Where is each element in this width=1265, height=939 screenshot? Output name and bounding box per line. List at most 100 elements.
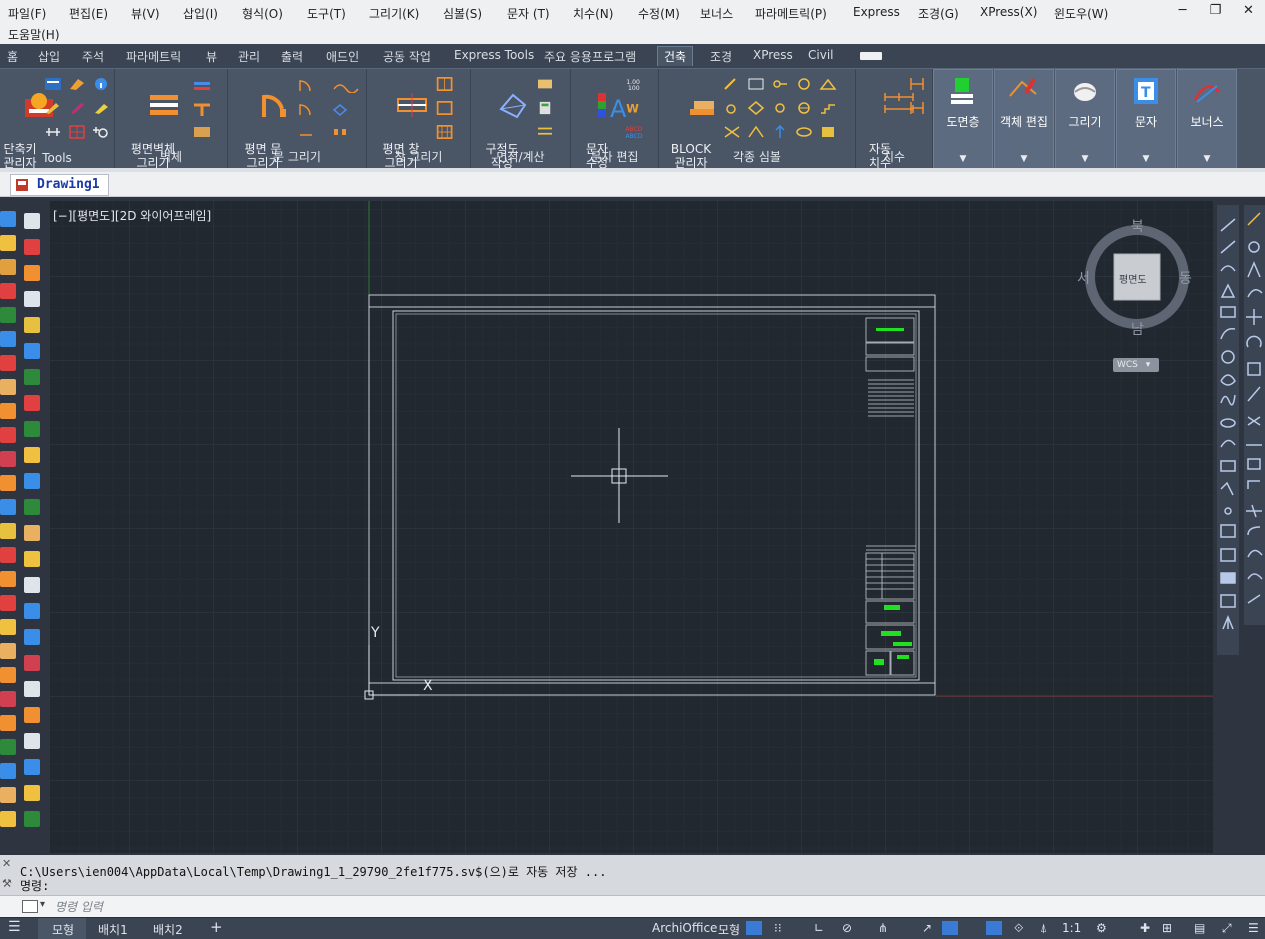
fullscreen-icon[interactable]: ⤢ <box>1222 921 1232 936</box>
tool-brick-icon[interactable] <box>0 403 16 419</box>
plus-icon[interactable]: ✚ <box>1140 921 1150 935</box>
ortho-toggle-icon[interactable]: ∟ <box>814 921 824 935</box>
compass-west[interactable]: 서 <box>1077 268 1090 288</box>
menu-help[interactable]: 도움말(H) <box>8 26 60 43</box>
symbol-section-icon[interactable] <box>723 125 741 139</box>
polar-tracking-icon[interactable]: ⊘ <box>842 921 852 935</box>
tab-output[interactable]: 출력 <box>281 48 303 65</box>
snap-toggle-icon[interactable]: ⁝⁝ <box>774 921 782 935</box>
isodraft-icon[interactable]: ⋔ <box>878 921 888 935</box>
tool-cut-icon[interactable] <box>24 395 40 411</box>
auto-scale-icon[interactable]: ⟐ <box>1014 921 1023 936</box>
menu-xpress[interactable]: XPress(X) <box>980 5 1037 19</box>
menu-edit[interactable]: 편집(E) <box>69 5 108 22</box>
file-tab-drawing1[interactable]: Drawing1 <box>10 174 109 196</box>
tab-annotate[interactable]: 주석 <box>82 48 104 65</box>
tool-curve-icon[interactable] <box>24 733 40 749</box>
object-edit-panel[interactable]: 객체 편집 ▼ <box>994 69 1054 169</box>
tool-hatch-icon[interactable] <box>0 235 16 251</box>
tool-column-icon[interactable] <box>0 595 16 611</box>
calc-book-icon[interactable] <box>535 77 555 91</box>
symbol-eye-icon[interactable] <box>795 125 813 139</box>
tool-select-icon[interactable] <box>24 291 40 307</box>
door-single-icon[interactable] <box>298 79 328 93</box>
tab-addins[interactable]: 애드인 <box>326 48 359 65</box>
tab-express-tools[interactable]: Express Tools <box>454 48 534 62</box>
viewport-controls[interactable]: [−][평면도][2D 와이어프레임] <box>53 207 211 224</box>
grid-toggle-icon[interactable] <box>746 921 762 935</box>
tab-architecture[interactable]: 건축 <box>657 46 694 66</box>
tool-globe-icon[interactable] <box>0 331 16 347</box>
calculator-icon[interactable] <box>535 101 555 115</box>
drawing-viewport[interactable]: Y X [−][평면도][2D 와이어프레임] 북 남 동 서 평면도 WCS … <box>50 201 1213 853</box>
annotation-scale-icon[interactable]: ⍋ <box>1040 921 1047 936</box>
tab-civil[interactable]: Civil <box>808 48 833 62</box>
menu-parametric[interactable]: 파라메트릭(P) <box>755 5 827 22</box>
eraser-icon[interactable] <box>68 77 86 91</box>
wall-type-icon[interactable] <box>193 79 217 93</box>
tool-arrow-icon[interactable] <box>24 811 40 827</box>
tool-tree2-icon[interactable] <box>24 369 40 385</box>
symbol-branch-icon[interactable] <box>747 125 765 139</box>
annotation-visibility-icon[interactable] <box>986 921 1002 935</box>
door-frame-icon[interactable] <box>332 125 362 139</box>
tab-view[interactable]: 뷰 <box>206 48 217 65</box>
menu-window[interactable]: 윈도우(W) <box>1054 5 1108 22</box>
pencil-icon[interactable] <box>44 101 62 115</box>
dim-horizontal-icon[interactable] <box>908 101 926 115</box>
tool-ruler-icon[interactable] <box>24 551 40 567</box>
tool-flag-icon[interactable] <box>24 421 40 437</box>
menu-tools[interactable]: 도구(T) <box>307 5 346 22</box>
tool-scale2-icon[interactable] <box>24 785 40 801</box>
compass-east[interactable]: 동 <box>1179 268 1192 288</box>
text-width-icon[interactable]: W <box>623 101 647 115</box>
dimension-toggle-icon[interactable] <box>44 125 62 139</box>
symbol-triangle-icon[interactable] <box>819 77 837 91</box>
tool-link-icon[interactable] <box>24 629 40 645</box>
symbol-key-icon[interactable] <box>771 77 789 91</box>
zoom-dim-icon[interactable] <box>92 125 110 139</box>
tool-angle-icon[interactable] <box>24 707 40 723</box>
window-slide-icon[interactable] <box>435 101 463 115</box>
tool-wall-icon[interactable] <box>0 379 16 395</box>
isolate-objects-icon[interactable]: ▤ <box>1194 921 1205 935</box>
tool-move-icon[interactable] <box>24 447 40 463</box>
archioffice-label[interactable]: ArchiOffice <box>652 921 717 935</box>
tool-edge-icon[interactable] <box>0 715 16 731</box>
dim-vertical-icon[interactable] <box>908 77 926 91</box>
tool-box-icon[interactable] <box>0 547 16 563</box>
wall-t-icon[interactable] <box>193 103 217 117</box>
chevron-down-icon[interactable]: ▾ <box>40 899 45 910</box>
tool-line-icon[interactable] <box>0 667 16 683</box>
menu-draw[interactable]: 그리기(K) <box>369 5 419 22</box>
symbol-north-icon[interactable] <box>771 125 789 139</box>
scale-value[interactable]: 1:1 <box>1062 921 1081 935</box>
menu-file[interactable]: 파일(F) <box>8 5 46 22</box>
tool-misc-icon[interactable] <box>0 811 16 827</box>
menu-express[interactable]: Express <box>853 5 900 19</box>
tab-home[interactable]: 홈 <box>7 48 18 65</box>
area-table-icon[interactable] <box>535 125 555 139</box>
symbol-level-icon[interactable] <box>795 101 813 115</box>
wcs-menu[interactable]: WCS ▾ <box>1113 358 1159 372</box>
command-prompt-icon[interactable] <box>22 900 38 913</box>
viewcube[interactable]: 북 남 동 서 평면도 <box>1077 219 1193 338</box>
layout-tab-1[interactable]: 배치1 <box>98 921 128 938</box>
symbol-pen-icon[interactable] <box>723 77 741 91</box>
tab-manage[interactable]: 관리 <box>238 48 260 65</box>
layout-tab-2[interactable]: 배치2 <box>153 921 183 938</box>
tool-stairs-icon[interactable] <box>24 577 40 593</box>
highlighter-icon[interactable] <box>92 101 110 115</box>
bonus-panel[interactable]: 보너스 ▼ <box>1177 69 1237 169</box>
tool-wall2-icon[interactable] <box>0 427 16 443</box>
tool-pen-icon[interactable] <box>0 619 16 635</box>
menu-insert[interactable]: 삽입(I) <box>183 5 218 22</box>
hamburger-icon[interactable]: ☰ <box>8 919 21 935</box>
tool-scale-icon[interactable] <box>0 643 16 659</box>
tool-rail-icon[interactable] <box>0 787 16 803</box>
drawing-layer-panel[interactable]: 도면층 ▼ <box>933 69 993 169</box>
wall-hatch-icon[interactable] <box>193 125 217 139</box>
tool-window-icon[interactable] <box>0 499 16 515</box>
tool-view-icon[interactable] <box>0 763 16 779</box>
menu-view[interactable]: 뷰(V) <box>131 5 160 22</box>
